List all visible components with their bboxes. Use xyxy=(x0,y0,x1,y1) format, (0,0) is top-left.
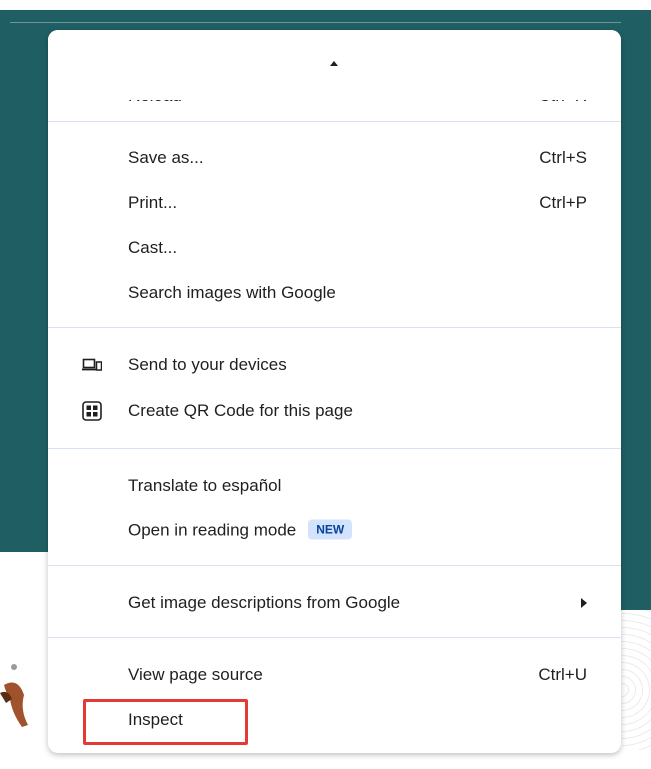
menu-item-label: Translate to español xyxy=(128,476,282,495)
menu-item-label-text: Open in reading mode xyxy=(128,520,297,540)
submenu-arrow-icon xyxy=(581,598,587,608)
menu-item-search-images[interactable]: Search images with Google xyxy=(48,273,621,313)
scroll-up-arrow-icon xyxy=(330,61,338,66)
menu-item-view-page-source[interactable]: View page source Ctrl+U xyxy=(48,655,621,695)
menu-item-translate[interactable]: Translate to español xyxy=(48,466,621,506)
menu-item-save-as[interactable]: Save as... Ctrl+S xyxy=(48,138,621,178)
menu-item-label: View page source xyxy=(128,665,263,684)
menu-item-reading-mode[interactable]: Open in reading mode NEW xyxy=(48,510,621,550)
menu-scroll-up[interactable] xyxy=(48,30,621,100)
inspect-highlight-annotation xyxy=(83,699,248,745)
menu-separator xyxy=(48,327,621,328)
menu-item-label: Cast... xyxy=(128,238,178,257)
menu-item-shortcut: Ctrl+S xyxy=(539,148,587,167)
menu-separator xyxy=(48,121,621,122)
page-background-banner-edge xyxy=(621,552,651,610)
page-background-image xyxy=(0,664,28,727)
menu-item-print[interactable]: Print... Ctrl+P xyxy=(48,183,621,223)
menu-separator xyxy=(48,637,621,638)
menu-separator xyxy=(48,565,621,566)
menu-item-label: Get image descriptions from Google xyxy=(128,593,401,612)
menu-item-label: Create QR Code for this page xyxy=(128,401,353,420)
menu-item-label: Save as... xyxy=(128,148,204,167)
page-background-pattern xyxy=(622,610,651,750)
menu-item-label: Send to your devices xyxy=(128,355,287,374)
menu-item-shortcut: Ctrl+P xyxy=(539,193,587,212)
menu-item-label: Search images with Google xyxy=(128,283,336,302)
devices-icon xyxy=(82,358,102,371)
new-badge: NEW xyxy=(308,519,353,540)
context-menu: Reload Ctrl+R Save as... Ctrl+S Print...… xyxy=(48,30,621,753)
menu-item-send-to-devices[interactable]: Send to your devices xyxy=(48,345,621,385)
menu-separator xyxy=(48,448,621,449)
menu-item-shortcut: Ctrl+U xyxy=(538,665,587,684)
qr-code-icon xyxy=(82,401,102,421)
menu-item-label: Print... xyxy=(128,193,178,212)
menu-item-image-descriptions[interactable]: Get image descriptions from Google xyxy=(48,583,621,623)
menu-item-cast[interactable]: Cast... xyxy=(48,228,621,268)
menu-item-label: Open in reading mode NEW xyxy=(128,519,353,541)
menu-item-create-qr-code[interactable]: Create QR Code for this page xyxy=(48,391,621,431)
